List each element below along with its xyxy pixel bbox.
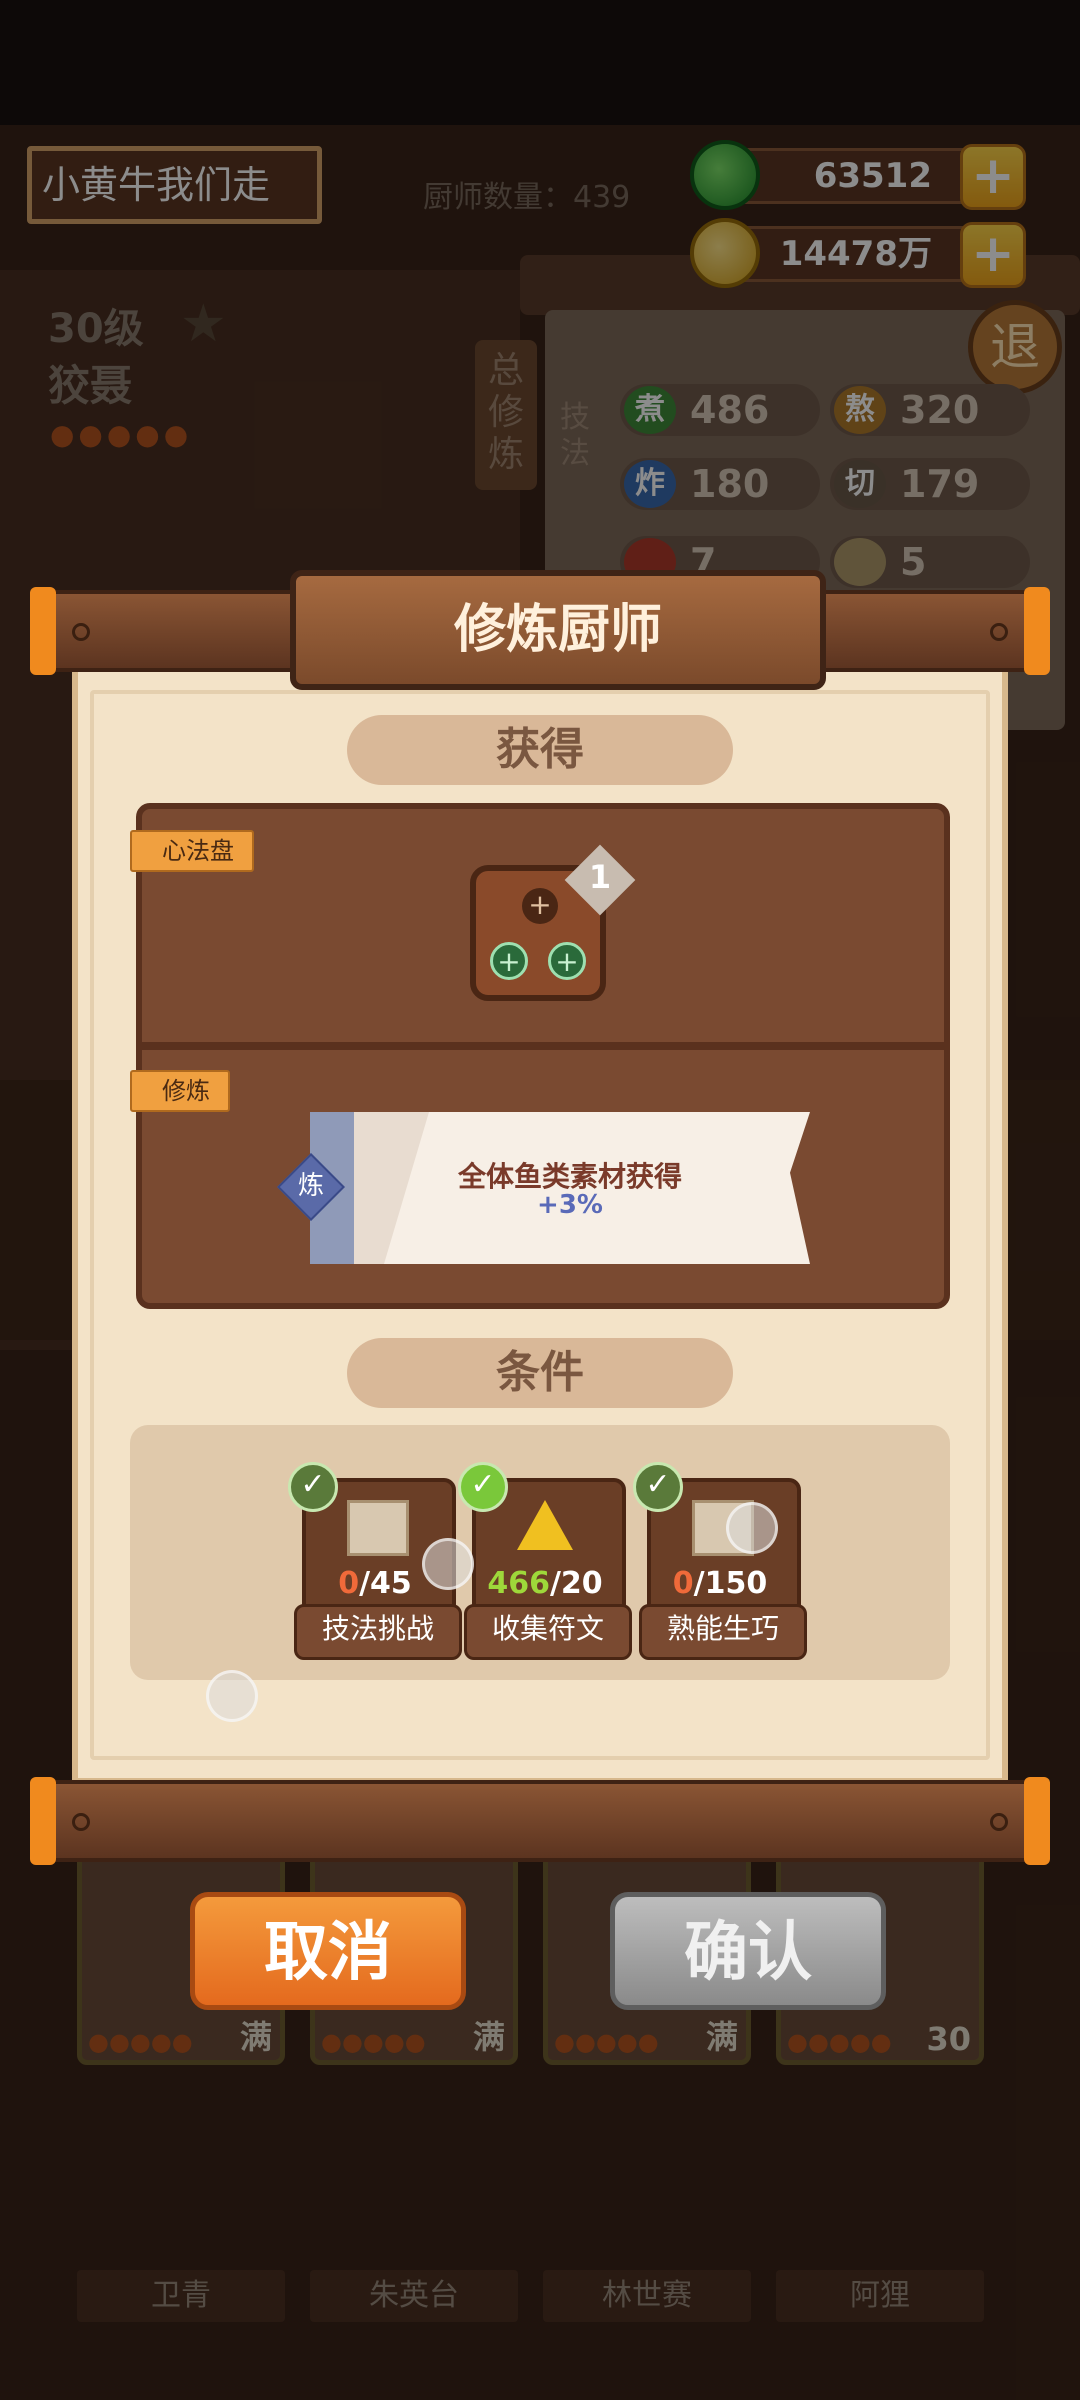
condition-practice[interactable]: 0/150 熟能生巧 ✓ xyxy=(633,1462,807,1660)
cancel-button[interactable]: 取消 xyxy=(190,1892,466,2010)
touch-indicator xyxy=(206,1670,258,1722)
rod-cap xyxy=(30,1777,56,1865)
status-bar xyxy=(0,0,1080,125)
scroll-rod-bottom xyxy=(32,1780,1048,1862)
scroll-icon xyxy=(347,1500,409,1556)
plus-icon: + xyxy=(522,888,558,924)
condition-collect-runes[interactable]: 466/20 收集符文 ✓ xyxy=(458,1462,632,1660)
condition-current: 466 xyxy=(487,1566,550,1601)
touch-indicator xyxy=(726,1502,778,1554)
condition-required: /45 xyxy=(359,1566,412,1601)
touch-indicator xyxy=(422,1538,474,1590)
plus-icon: + xyxy=(490,942,528,980)
condition-required: /150 xyxy=(693,1566,768,1601)
condition-current: 0 xyxy=(672,1566,694,1601)
gain-section-header: 获得 xyxy=(347,715,733,785)
condition-label: 收集符文 xyxy=(464,1604,632,1660)
modal-title: 修炼厨师 xyxy=(290,570,826,690)
plus-icon: + xyxy=(548,942,586,980)
bonus-value: +3% xyxy=(537,1190,603,1220)
bonus-description: 全体鱼类素材获得 xyxy=(457,1160,682,1193)
refine-badge-label: 炼 xyxy=(297,1171,324,1201)
condition-progress: 0/150 xyxy=(647,1566,793,1601)
divider xyxy=(142,1042,944,1050)
condition-progress: 466/20 xyxy=(472,1566,618,1601)
train-tag: 修炼 xyxy=(130,1070,230,1112)
condition-required: /20 xyxy=(549,1566,603,1601)
rod-cap xyxy=(30,587,56,675)
rod-cap xyxy=(1024,1777,1050,1865)
condition-current: 0 xyxy=(338,1566,360,1601)
rod-nail xyxy=(72,623,90,641)
check-icon: ✓ xyxy=(633,1462,683,1512)
rod-nail xyxy=(990,1813,1008,1831)
condition-label: 技法挑战 xyxy=(294,1604,462,1660)
check-icon: ✓ xyxy=(288,1462,338,1512)
conditions-section-header: 条件 xyxy=(347,1338,733,1408)
rod-nail xyxy=(72,1813,90,1831)
check-icon: ✓ xyxy=(458,1462,508,1512)
rod-nail xyxy=(990,623,1008,641)
rod-cap xyxy=(1024,587,1050,675)
heart-method-tag: 心法盘 xyxy=(130,830,254,872)
confirm-button[interactable]: 确认 xyxy=(610,1892,886,2010)
condition-label: 熟能生巧 xyxy=(639,1604,807,1660)
heart-count: 1 xyxy=(588,858,612,896)
